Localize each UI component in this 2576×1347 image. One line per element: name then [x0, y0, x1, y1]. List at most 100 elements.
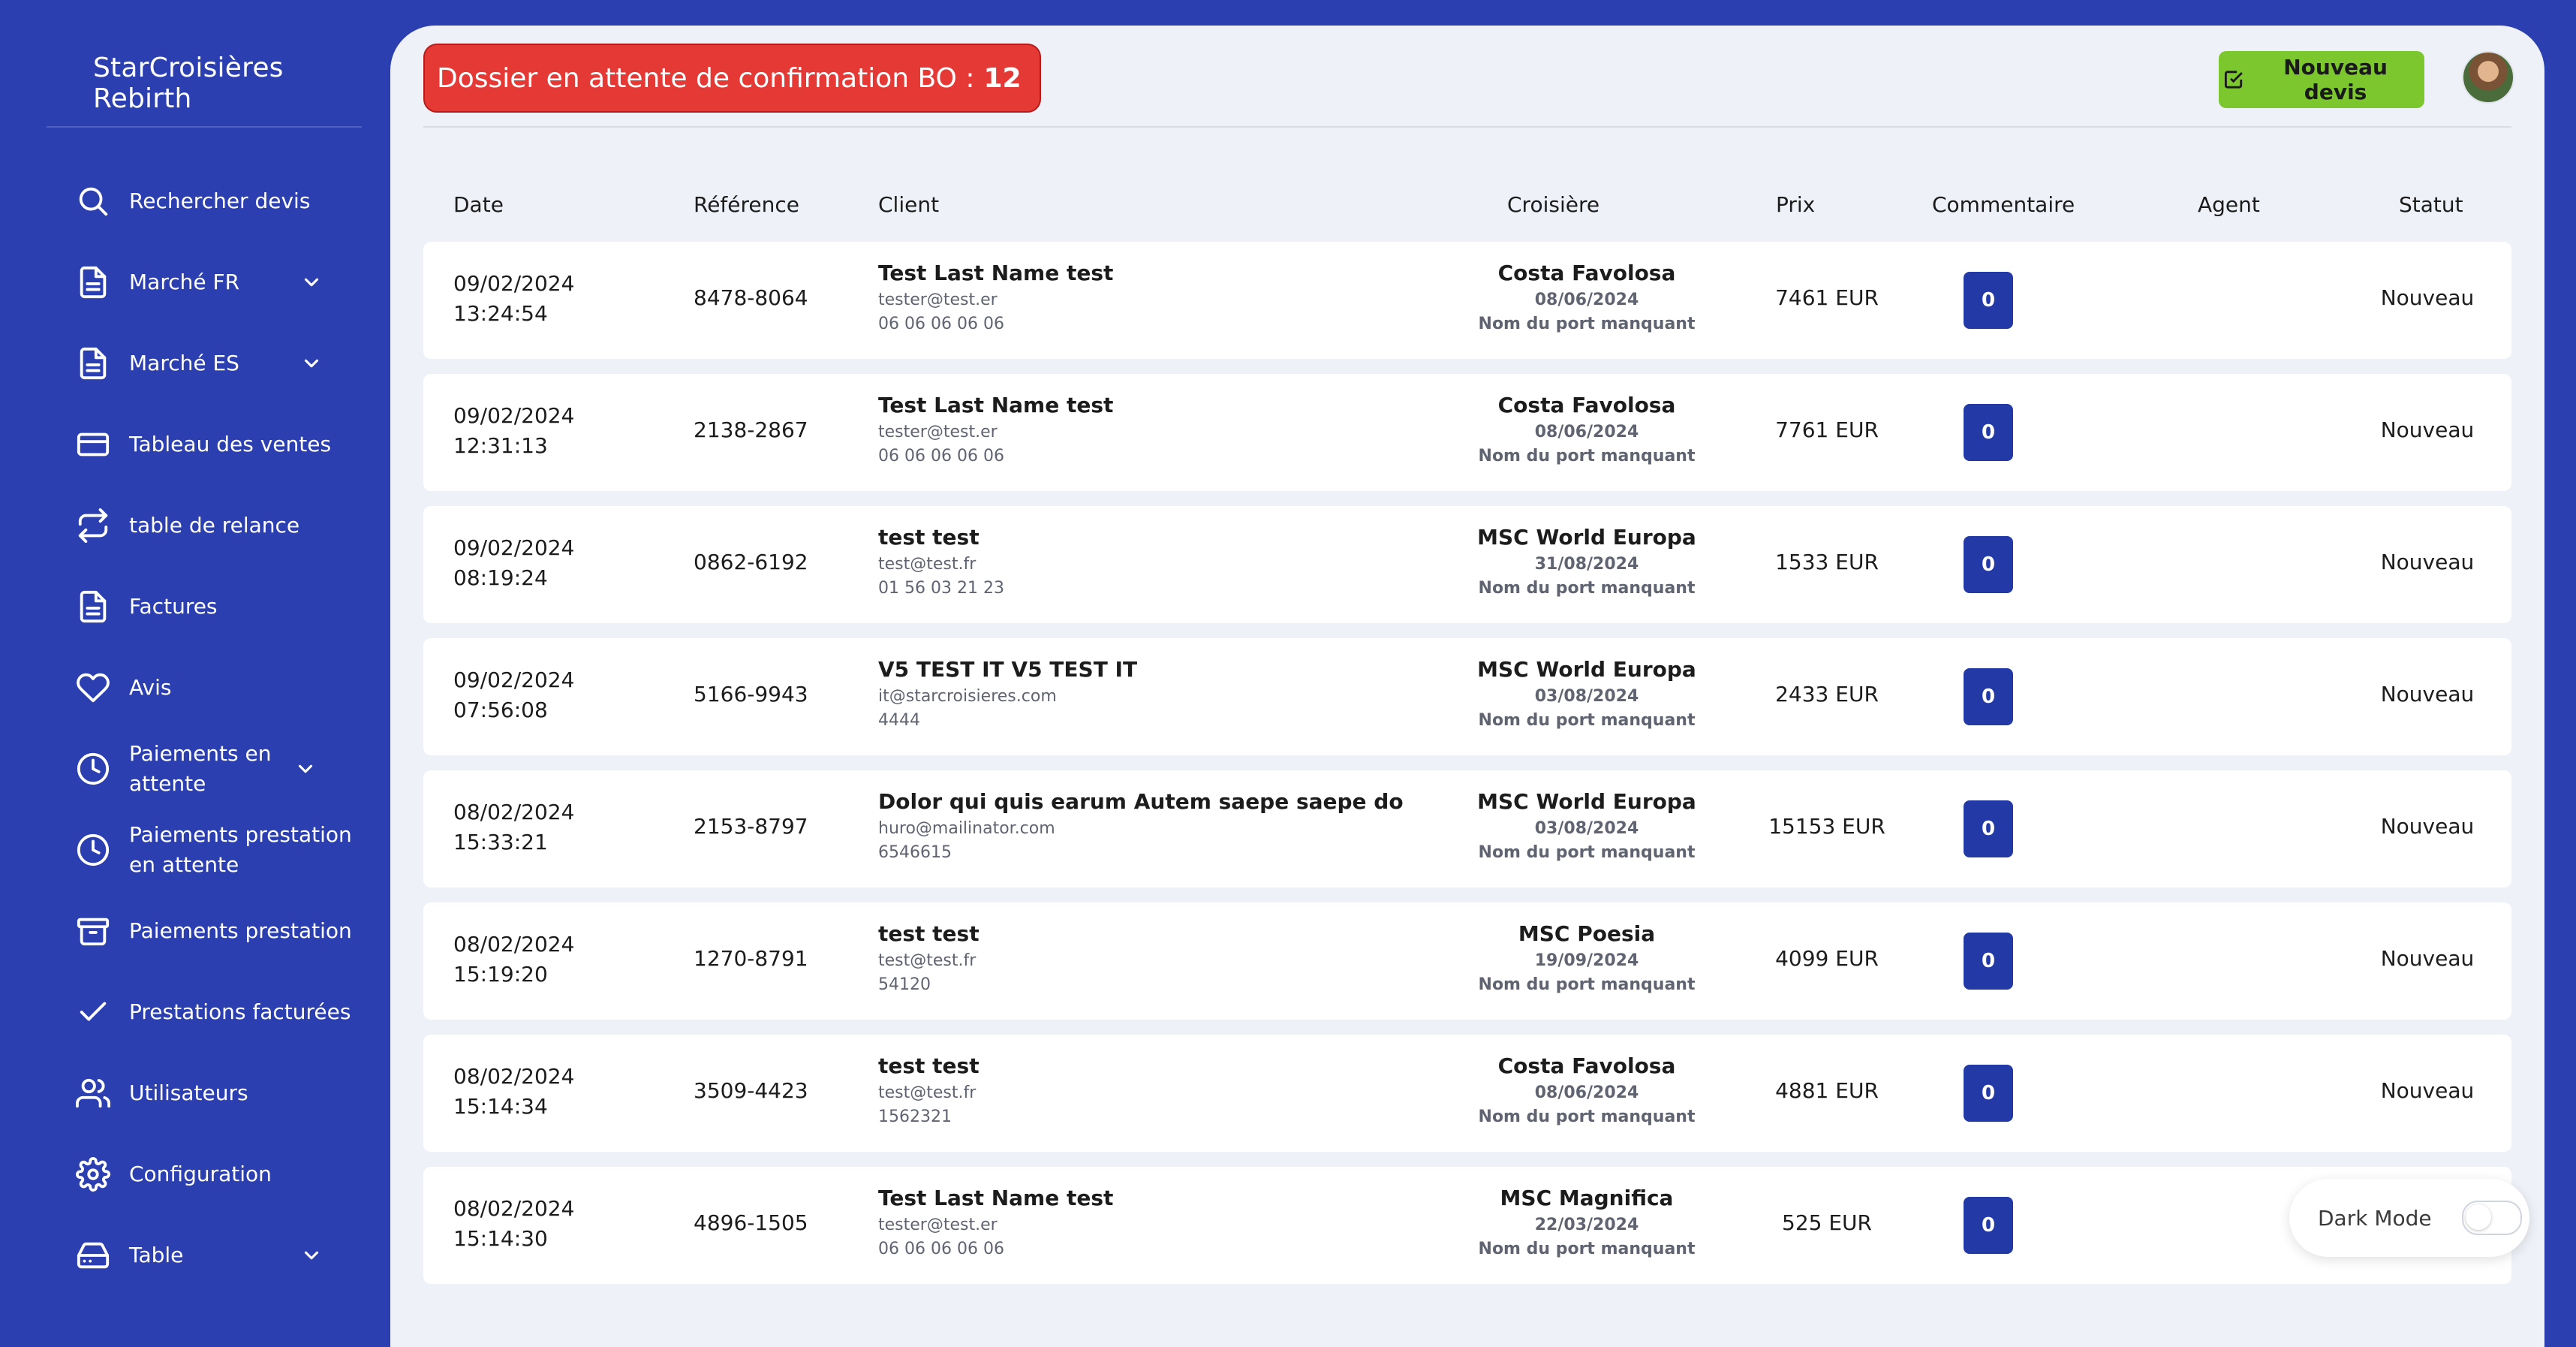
row-price: 4099 EUR: [1775, 946, 1879, 971]
row-client: test test test@test.fr 1562321: [878, 1053, 980, 1126]
pending-confirmation-text: Dossier en attente de confirmation BO :: [437, 62, 975, 94]
column-header-cruise[interactable]: Croisière: [1507, 192, 1599, 217]
sidebar-item-prestations-facturees[interactable]: Prestations facturées: [72, 991, 365, 1033]
dark-mode-label: Dark Mode: [2318, 1205, 2432, 1231]
row-date: 08/02/2024 15:14:30: [453, 1196, 575, 1251]
sidebar-item-rechercher-devis[interactable]: Rechercher devis: [72, 180, 365, 222]
comment-count-button[interactable]: 0: [1964, 1065, 2013, 1122]
row-status: Nouveau: [2380, 814, 2475, 839]
archive-icon: [72, 910, 114, 952]
row-price: 1533 EUR: [1775, 550, 1879, 574]
comment-count-button[interactable]: 0: [1964, 668, 2013, 725]
chevron-down-icon[interactable]: [300, 352, 323, 375]
clock-icon: [72, 748, 114, 790]
sidebar-item-tableau-des-ventes[interactable]: Tableau des ventes: [72, 423, 365, 466]
table-row[interactable]: 09/02/2024 07:56:08 5166-9943 V5 TEST IT …: [423, 638, 2511, 755]
column-header-comment[interactable]: Commentaire: [1932, 192, 2075, 217]
sidebar-item-label: Utilisateurs: [129, 1080, 248, 1105]
row-reference: 0862-6192: [694, 550, 808, 574]
row-client: Dolor qui quis earum Autem saepe saepe d…: [878, 789, 1404, 862]
sidebar-item-label: Avis: [129, 675, 172, 700]
comment-count-button[interactable]: 0: [1964, 933, 2013, 990]
header-divider: [423, 126, 2511, 128]
sidebar-item-paiements-prestation[interactable]: Paiements prestation: [72, 910, 365, 952]
row-cruise: Costa Favolosa 08/06/2024 Nom du port manq…: [1478, 1053, 1696, 1126]
table-row[interactable]: 09/02/2024 08:19:24 0862-6192 test test te…: [423, 506, 2511, 623]
column-header-price[interactable]: Prix: [1776, 192, 1815, 217]
comment-count-button[interactable]: 0: [1964, 1197, 2013, 1254]
sidebar-item-label: Paiements prestation: [129, 918, 352, 943]
row-reference: 2153-8797: [694, 814, 808, 839]
table-row[interactable]: 08/02/2024 15:14:34 3509-4423 test test te…: [423, 1035, 2511, 1152]
row-price: 15153 EUR: [1768, 814, 1885, 839]
table-row[interactable]: 08/02/2024 15:14:30 4896-1505 Test Last N…: [423, 1167, 2511, 1284]
comment-count-button[interactable]: 0: [1964, 404, 2013, 461]
row-reference: 2138-2867: [694, 417, 808, 442]
column-header-status[interactable]: Statut: [2399, 192, 2463, 217]
search-icon: [72, 180, 114, 222]
document-icon: [72, 586, 114, 628]
row-price: 7761 EUR: [1775, 417, 1879, 442]
pending-confirmation-count: 12: [983, 62, 1022, 94]
row-date: 08/02/2024 15:19:20: [453, 932, 575, 987]
row-date: 08/02/2024 15:33:21: [453, 800, 575, 854]
sidebar-item-paiements-en-attente[interactable]: Paiements en attente: [72, 739, 365, 799]
chevron-down-icon[interactable]: [294, 758, 317, 780]
pending-confirmation-badge[interactable]: Dossier en attente de confirmation BO : …: [423, 44, 1041, 113]
sidebar-item-table[interactable]: Table: [72, 1234, 365, 1276]
document-icon: [72, 342, 114, 384]
row-reference: 8478-8064: [694, 285, 808, 310]
sidebar-item-label: Configuration: [129, 1162, 272, 1186]
row-cruise: Costa Favolosa 08/06/2024 Nom du port manq…: [1478, 393, 1696, 466]
row-cruise: MSC World Europa 31/08/2024 Nom du port ma…: [1477, 525, 1696, 598]
sidebar-item-label: Rechercher devis: [129, 188, 311, 213]
column-header-agent[interactable]: Agent: [2198, 192, 2260, 217]
avatar[interactable]: [2462, 51, 2514, 104]
comment-count-button[interactable]: 0: [1964, 536, 2013, 593]
sidebar-item-table-de-relance[interactable]: table de relance: [72, 505, 365, 547]
comment-count-button[interactable]: 0: [1964, 272, 2013, 329]
sidebar-item-label: Factures: [129, 594, 218, 619]
row-price: 2433 EUR: [1775, 682, 1879, 707]
sidebar-item-label: Marché ES: [129, 351, 239, 375]
chevron-down-icon[interactable]: [300, 1244, 323, 1267]
sidebar-item-utilisateurs[interactable]: Utilisateurs: [72, 1072, 365, 1114]
row-price: 4881 EUR: [1775, 1078, 1879, 1103]
sidebar-item-paiements-prestation-en-attente[interactable]: Paiements prestation en attente: [72, 820, 372, 880]
row-client: Test Last Name test tester@test.er 06 06 0…: [878, 1186, 1114, 1258]
sidebar-item-label: Marché FR: [129, 270, 240, 294]
column-header-client[interactable]: Client: [878, 192, 939, 217]
chevron-down-icon[interactable]: [300, 271, 323, 294]
sidebar-item-marche-fr[interactable]: Marché FR: [72, 261, 365, 303]
row-date: 09/02/2024 12:31:13: [453, 403, 575, 458]
column-header-date[interactable]: Date: [453, 192, 504, 217]
row-reference: 3509-4423: [694, 1078, 808, 1103]
sidebar-item-label: Prestations facturées: [129, 999, 351, 1024]
users-icon: [72, 1072, 114, 1114]
row-cruise: MSC World Europa 03/08/2024 Nom du port ma…: [1477, 657, 1696, 730]
dark-mode-toggle[interactable]: [2461, 1201, 2522, 1235]
sidebar-item-configuration[interactable]: Configuration: [72, 1153, 365, 1195]
row-client: test test test@test.fr 01 56 03 21 23: [878, 525, 1004, 598]
row-status: Nouveau: [2380, 285, 2475, 310]
row-client: test test test@test.fr 54120: [878, 921, 980, 994]
column-header-reference[interactable]: Référence: [694, 192, 799, 217]
sidebar-item-factures[interactable]: Factures: [72, 586, 365, 628]
table-row[interactable]: 08/02/2024 15:33:21 2153-8797 Dolor qui q…: [423, 770, 2511, 887]
row-status: Nouveau: [2380, 417, 2475, 442]
sidebar-item-label: Paiements en attente: [129, 741, 272, 796]
row-reference: 5166-9943: [694, 682, 808, 707]
row-status: Nouveau: [2380, 550, 2475, 574]
sidebar-item-marche-es[interactable]: Marché ES: [72, 342, 365, 384]
table-row[interactable]: 09/02/2024 12:31:13 2138-2867 Test Last N…: [423, 374, 2511, 491]
clock-icon: [72, 829, 114, 871]
dark-mode-widget: Dark Mode: [2289, 1179, 2529, 1257]
sidebar: StarCroisières Rebirth Rechercher devis …: [0, 0, 390, 1299]
comment-count-button[interactable]: 0: [1964, 800, 2013, 857]
sidebar-item-avis[interactable]: Avis: [72, 667, 365, 709]
table-row[interactable]: 08/02/2024 15:19:20 1270-8791 test test te…: [423, 903, 2511, 1020]
table-row[interactable]: 09/02/2024 13:24:54 8478-8064 Test Last N…: [423, 242, 2511, 359]
row-cruise: MSC World Europa 03/08/2024 Nom du port ma…: [1477, 789, 1696, 862]
row-date: 09/02/2024 07:56:08: [453, 667, 575, 722]
new-quote-button[interactable]: Nouveau devis: [2219, 51, 2424, 108]
